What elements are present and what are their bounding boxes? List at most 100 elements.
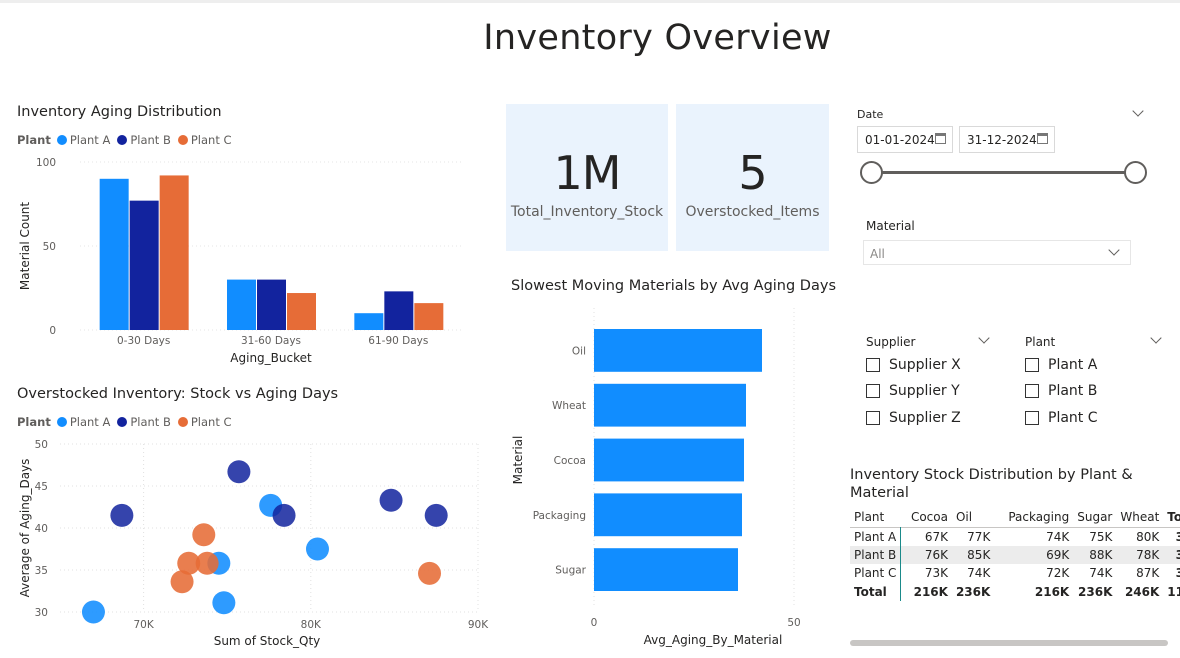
x-tick-label: 70K (133, 619, 154, 631)
supplier-option-label: Supplier X (889, 357, 961, 373)
matrix-cell: 67K (900, 526, 952, 546)
slow-moving-bar-chart: 0 50 Oil Wheat Cocoa Packaging Sugar Avg_Aging_… (511, 308, 801, 647)
y-axis-title: Material Count (18, 202, 32, 290)
matrix-cell: 85K (951, 545, 995, 564)
checkbox[interactable] (866, 358, 880, 372)
x-axis-title: Avg_Aging_By_Material (644, 633, 783, 647)
matrix-cell: 88K (1073, 545, 1117, 564)
y-tick-label: Wheat (552, 400, 586, 412)
material-dropdown[interactable]: All (863, 240, 1131, 265)
scatter-point-plant-b (424, 503, 448, 527)
date-slicer-title: Date (857, 108, 884, 121)
x-tick-label: 0 (591, 617, 598, 629)
supplier-option-z[interactable]: Supplier Z (866, 410, 961, 426)
scatter-chart-title: Overstocked Inventory: Stock vs Aging Da… (17, 386, 339, 402)
matrix-header[interactable]: Oil (952, 507, 994, 527)
plant-option-b[interactable]: Plant B (1025, 383, 1097, 399)
matrix-row-header: Plant A (850, 526, 902, 546)
material-slicer-title: Material (866, 219, 915, 233)
checkbox[interactable] (1025, 384, 1039, 398)
bar-wheat (594, 383, 746, 427)
supplier-slicer-title: Supplier (866, 335, 916, 349)
legend-item-plant-a: Plant A (69, 415, 111, 429)
supplier-option-y[interactable]: Supplier Y (866, 383, 960, 399)
scatter-chart: 30 35 40 45 50 70K 80K 90K Sum of Stock_Qty Avera… (18, 439, 489, 648)
matrix-row-header: Plant C (850, 564, 902, 583)
matrix-horizontal-scrollbar[interactable] (850, 640, 1168, 646)
matrix-cell-total: 1149K (1167, 584, 1180, 599)
plant-option-c[interactable]: Plant C (1025, 410, 1098, 426)
chevron-down-icon[interactable] (1132, 105, 1144, 117)
matrix-header[interactable]: Packaging (994, 507, 1073, 527)
legend-title: Plant (17, 133, 51, 147)
table-row: Plant B 76K 85K 69K 88K 78K 395K (850, 545, 1180, 564)
matrix-cell: 72K (1046, 566, 1070, 581)
matrix-header[interactable]: Plant (850, 507, 901, 527)
aging-chart-legend: Plant Plant A Plant B Plant C (17, 133, 239, 147)
y-axis-title: Material (511, 436, 525, 485)
y-tick-label: 35 (35, 565, 48, 577)
matrix-cell: 236K (955, 584, 991, 599)
matrix-cell: 74K (994, 526, 1074, 546)
matrix-header[interactable]: Cocoa (901, 507, 952, 527)
date-range-start-handle[interactable] (860, 161, 883, 184)
checkbox[interactable] (1025, 411, 1039, 425)
matrix-cell: 216K (1034, 584, 1070, 599)
matrix-cell: 78K (1116, 545, 1164, 564)
bar-sugar (594, 548, 738, 591)
x-tick-label: 80K (301, 619, 322, 631)
bar-cocoa (594, 438, 744, 482)
matrix-cell: 77K (951, 526, 995, 546)
matrix-row-header: Total (850, 582, 902, 601)
date-end-input[interactable]: 31-12-2024 (959, 126, 1055, 153)
scatter-point-plant-c (192, 523, 216, 547)
legend-item-plant-b: Plant B (130, 415, 171, 429)
checkbox[interactable] (866, 411, 880, 425)
legend-item-plant-b: Plant B (130, 133, 171, 147)
matrix-header[interactable]: Total (1163, 507, 1180, 527)
y-tick-label: Oil (572, 345, 586, 357)
matrix-cell: 236K (1078, 584, 1113, 599)
x-tick-label: 50 (787, 617, 800, 629)
scatter-point-plant-b (379, 488, 403, 512)
legend-dot-plant-b (117, 135, 128, 145)
plant-option-a[interactable]: Plant A (1025, 357, 1097, 373)
matrix-cell-total: 380K (1175, 566, 1180, 581)
bar-plant-b (257, 279, 286, 330)
x-tick-label: 90K (468, 619, 489, 631)
supplier-option-label: Supplier Z (889, 410, 961, 426)
bar-plant-a (99, 178, 129, 330)
checkbox[interactable] (866, 384, 880, 398)
kpi-card-overstocked: 5 Overstocked_Items (676, 104, 829, 251)
scatter-point-plant-b (272, 503, 296, 527)
legend-dot-plant-b (117, 417, 128, 427)
date-range-end-handle[interactable] (1124, 161, 1147, 184)
legend-item-plant-c: Plant C (190, 415, 232, 429)
matrix-cell: 74K (967, 566, 991, 581)
chevron-down-icon[interactable] (978, 332, 990, 344)
matrix-row-header: Plant B (850, 545, 902, 564)
kpi-value: 1M (553, 146, 622, 200)
matrix-cell: 246K (1124, 584, 1160, 599)
x-tick-label: 61-90 Days (368, 335, 428, 347)
scatter-chart-legend: Plant Plant A Plant B Plant C (17, 415, 239, 429)
calendar-icon[interactable] (1037, 133, 1048, 144)
chevron-down-icon[interactable] (1150, 332, 1162, 344)
matrix-header[interactable]: Sugar (1073, 507, 1116, 527)
matrix-cell: 75K (1073, 526, 1117, 546)
y-tick-label: 100 (36, 157, 56, 169)
calendar-icon[interactable] (935, 133, 946, 144)
bar-packaging (594, 493, 742, 537)
matrix-cell: 216K (913, 584, 948, 599)
x-axis-title: Sum of Stock_Qty (214, 634, 321, 648)
date-start-input[interactable]: 01-01-2024 (857, 126, 953, 153)
y-tick-label: 45 (35, 481, 48, 493)
matrix-cell: 87K (1136, 566, 1160, 581)
kpi-card-total-stock: 1M Total_Inventory_Stock (506, 104, 668, 251)
date-range-track[interactable] (871, 171, 1135, 174)
checkbox[interactable] (1025, 358, 1039, 372)
scatter-point-plant-a (81, 600, 105, 624)
matrix-header[interactable]: Wheat (1116, 507, 1163, 527)
scatter-point-plant-b (227, 460, 251, 484)
supplier-option-x[interactable]: Supplier X (866, 357, 961, 373)
